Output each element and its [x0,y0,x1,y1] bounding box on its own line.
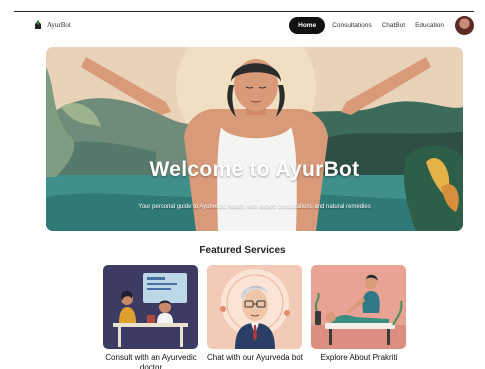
prakriti-illustration [311,265,406,349]
nav-links: Home Consultations ChatBot Education [289,16,447,34]
prakriti-card[interactable] [311,265,406,349]
user-avatar[interactable] [455,15,474,35]
hero-banner: Welcome to AyurBot Your personal guide t… [46,47,463,231]
nav-education[interactable]: Education [412,20,447,31]
prakriti-label[interactable]: Explore About Prakriti [304,353,414,363]
navbar: AyurBot Home Consultations ChatBot Educa… [14,12,474,38]
hero-title: Welcome to AyurBot [149,158,360,181]
brand-name: AyurBot [47,21,71,29]
brand[interactable]: AyurBot [32,19,71,31]
nav-chatbot[interactable]: ChatBot [379,20,409,31]
nav-home[interactable]: Home [289,16,326,34]
nav-consultations[interactable]: Consultations [329,20,374,31]
chatbot-card[interactable] [207,265,302,349]
ayurveda-bot-illustration [207,265,302,349]
chatbot-label[interactable]: Chat with our Ayurveda bot [200,353,310,363]
consult-doctor-label[interactable]: Consult with an Ayurvedic doctor [96,353,206,369]
featured-services-title: Featured Services [199,245,286,256]
consult-doctor-card[interactable] [103,265,198,349]
doctor-consultation-illustration [103,265,198,349]
leaf-logo-icon [35,20,41,29]
hero-subtitle: Your personal guide to Ayurvedic health,… [138,204,371,210]
